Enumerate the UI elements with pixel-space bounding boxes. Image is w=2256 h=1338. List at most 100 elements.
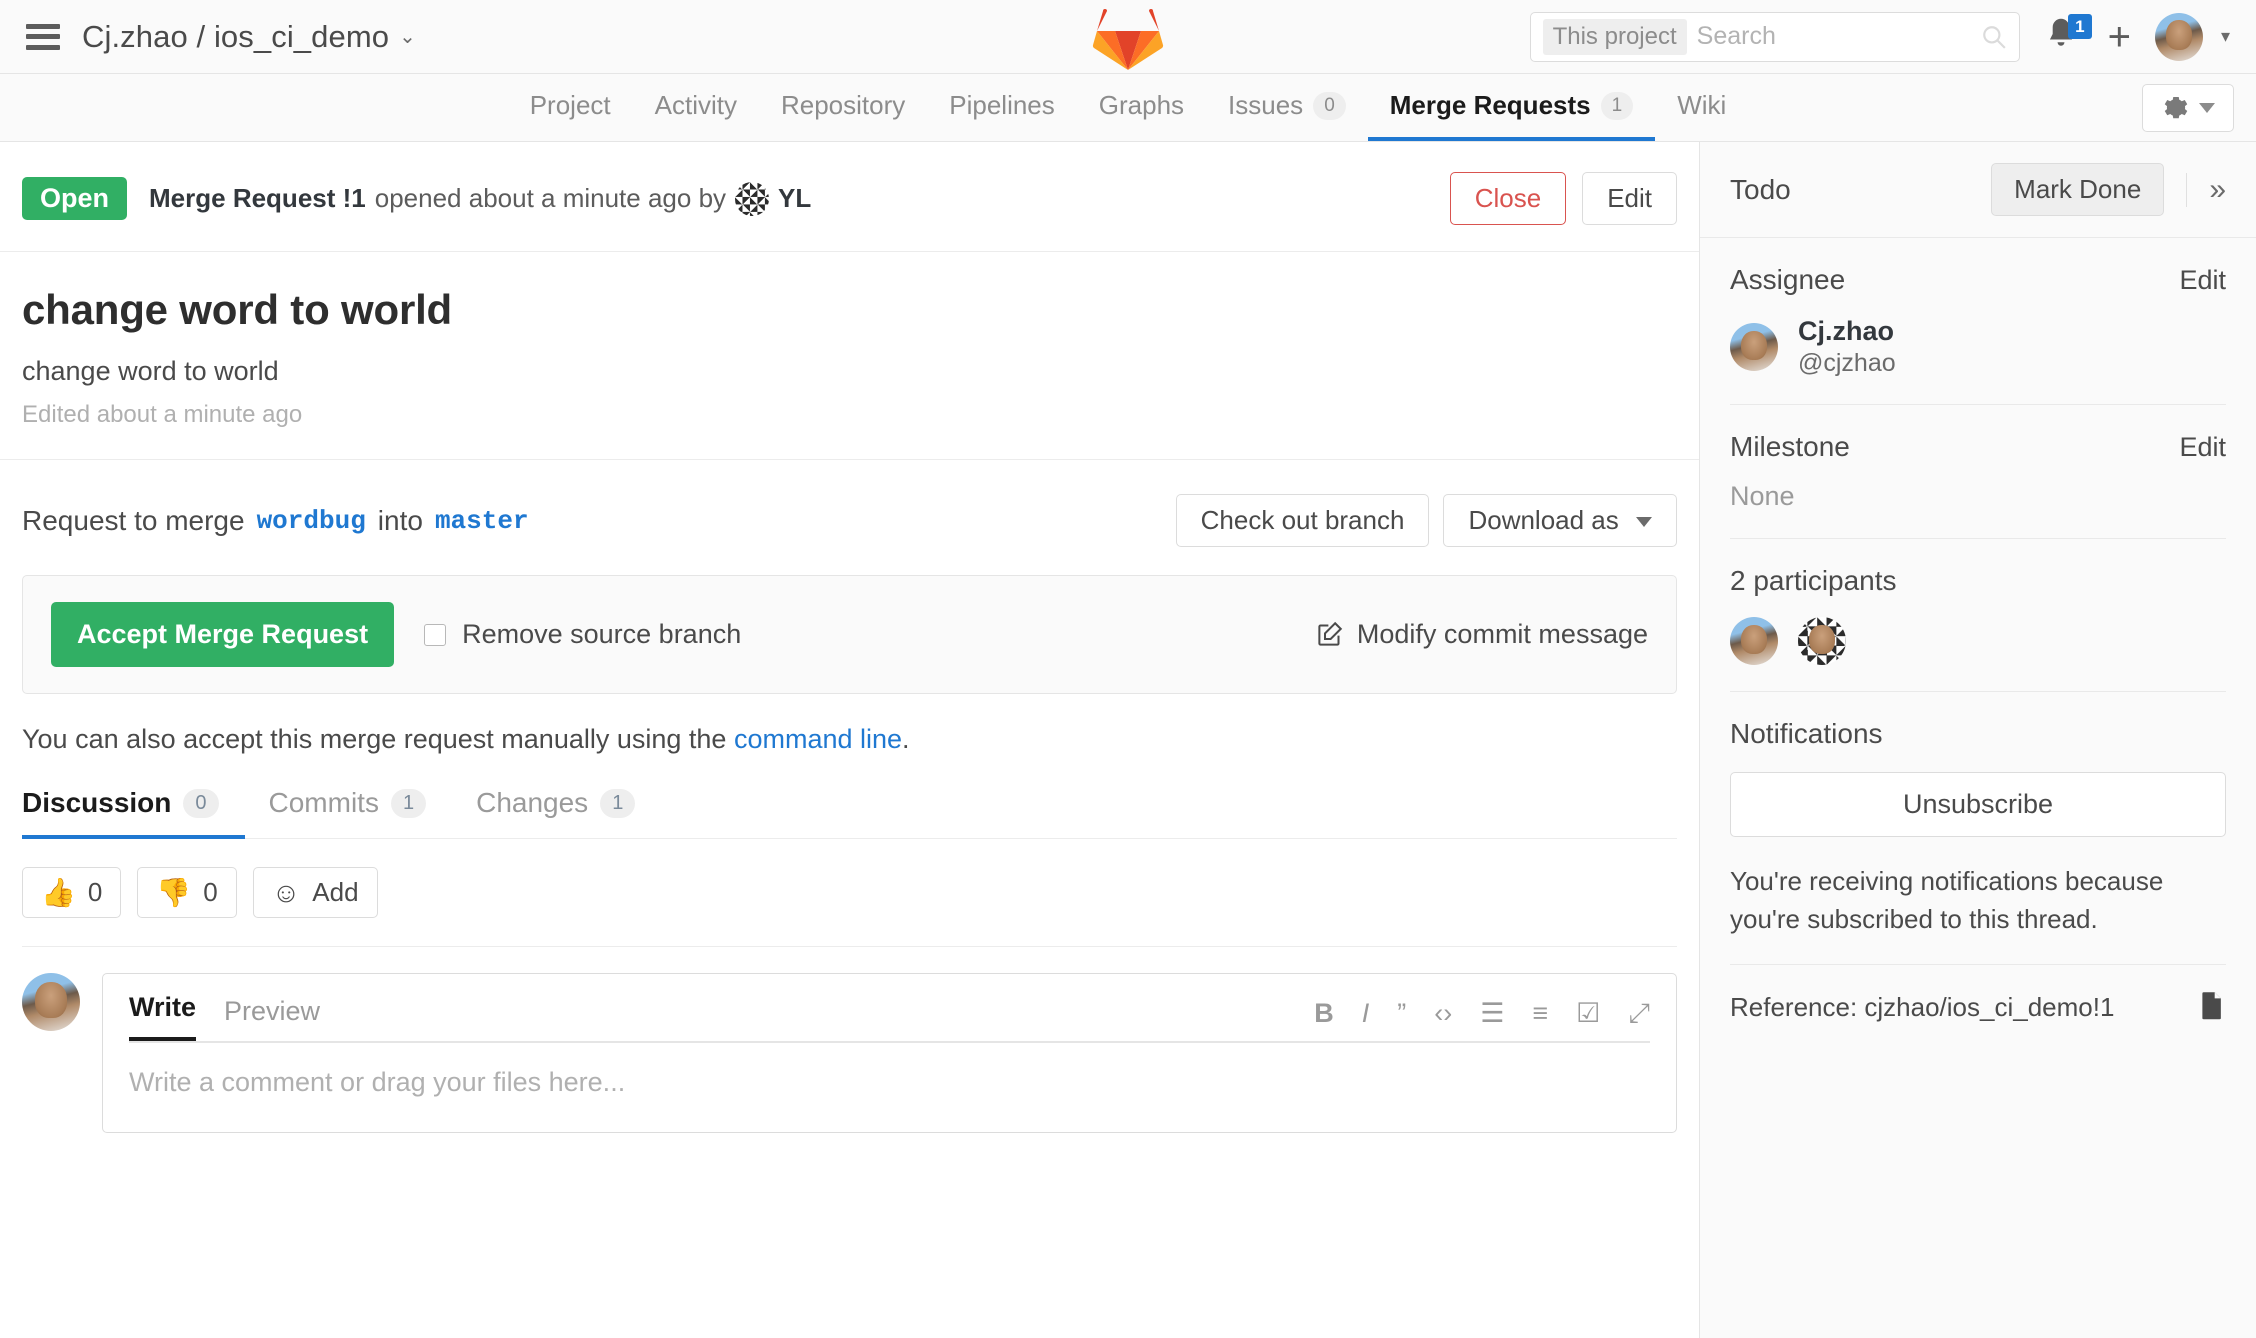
into-label: into bbox=[377, 504, 423, 536]
award-emoji-bar: 👍 0 👎 0 ☺ Add bbox=[0, 839, 1699, 918]
project-nav: Project Activity Repository Pipelines Graphs… bbox=[0, 74, 2256, 142]
current-user-avatar bbox=[22, 973, 80, 1031]
nav-item-wiki[interactable]: Wiki bbox=[1655, 74, 1748, 141]
assignee-handle: @cjzhao bbox=[1798, 349, 1896, 377]
manual-accept-text: You can also accept this merge request m… bbox=[0, 694, 1699, 755]
author-name[interactable]: YL bbox=[778, 183, 811, 214]
award-smiley-add-emoji[interactable]: ☺ Add bbox=[252, 867, 378, 918]
modify-commit-message-button[interactable]: Modify commit message bbox=[1316, 619, 1648, 650]
italic-icon[interactable]: I bbox=[1362, 1000, 1370, 1027]
merge-request-main: Open Merge Request !1 opened about a min… bbox=[0, 142, 1700, 1338]
nav-item-issues[interactable]: Issues 0 bbox=[1206, 74, 1368, 141]
participant-avatar-cjzhao[interactable] bbox=[1730, 617, 1778, 665]
source-branch-link[interactable]: wordbug bbox=[257, 506, 366, 536]
search-icon[interactable] bbox=[1981, 24, 2007, 50]
bold-icon[interactable]: B bbox=[1314, 1000, 1334, 1027]
award-count: Add bbox=[312, 877, 359, 907]
nav-item-pipelines[interactable]: Pipelines bbox=[927, 74, 1077, 141]
user-avatar[interactable] bbox=[2154, 12, 2203, 61]
assignee-edit-link[interactable]: Edit bbox=[2179, 265, 2226, 296]
target-branch-link[interactable]: master bbox=[435, 506, 529, 536]
comment-editor[interactable]: Write Preview B I ” ‹› ☰ ≡ ☑ ⤢ Write a comment … bbox=[102, 973, 1677, 1133]
participant-avatar-yl[interactable] bbox=[1798, 617, 1846, 665]
milestone-header: Milestone Edit bbox=[1730, 431, 2226, 463]
code-icon[interactable]: ‹› bbox=[1434, 1000, 1452, 1027]
new-item-button[interactable]: + bbox=[2108, 17, 2131, 57]
collapse-sidebar-icon[interactable]: » bbox=[2186, 172, 2226, 207]
gitlab-logo bbox=[1092, 9, 1164, 70]
download-as-button[interactable]: Download as bbox=[1443, 494, 1677, 547]
project-settings-button[interactable] bbox=[2142, 84, 2234, 132]
nav-item-project[interactable]: Project bbox=[508, 74, 633, 141]
nav-item-graphs[interactable]: Graphs bbox=[1077, 74, 1206, 141]
search-scope-chip[interactable]: This project bbox=[1542, 18, 1687, 55]
nav-item-count: 0 bbox=[1313, 91, 1346, 120]
tab-commits[interactable]: Commits 1 bbox=[269, 787, 453, 839]
accept-merge-panel: Accept Merge Request Remove source branc… bbox=[22, 575, 1677, 694]
nav-item-merge-requests[interactable]: Merge Requests 1 bbox=[1367, 74, 1656, 141]
reference-text: Reference: cjzhao/ios_ci_demo!1 bbox=[1730, 991, 2115, 1022]
merge-request-tabs: Discussion 0 Commits 1 Changes 1 bbox=[22, 787, 1677, 839]
merge-branches-row: Request to merge wordbug into master Che… bbox=[0, 460, 1699, 547]
copy-icon[interactable] bbox=[2196, 991, 2226, 1023]
edit-button[interactable]: Edit bbox=[1582, 172, 1677, 225]
task-list-icon[interactable]: ☑ bbox=[1576, 1000, 1600, 1027]
merge-branches-text: Request to merge wordbug into master bbox=[22, 505, 529, 537]
award-thumbs-down-emoji[interactable]: 👎 0 bbox=[137, 867, 237, 918]
project-nav-items: Project Activity Repository Pipelines Graphs… bbox=[508, 74, 1749, 141]
manual-accept-prefix: You can also accept this merge request m… bbox=[22, 724, 727, 754]
nav-item-label: Repository bbox=[780, 90, 906, 120]
page-title: change word to world bbox=[22, 286, 453, 333]
numbered-list-icon[interactable]: ≡ bbox=[1532, 1000, 1548, 1027]
tab-label: Discussion bbox=[22, 787, 172, 818]
author-avatar[interactable] bbox=[735, 181, 770, 216]
check-out-branch-button[interactable]: Check out branch bbox=[1175, 494, 1430, 547]
user-menu-chevron-icon[interactable]: ▾ bbox=[2221, 26, 2230, 47]
page-layout: Open Merge Request !1 opened about a min… bbox=[0, 142, 2256, 1338]
fullscreen-icon[interactable]: ⤢ bbox=[1628, 1000, 1650, 1027]
hamburger-icon[interactable] bbox=[26, 23, 60, 50]
tab-write[interactable]: Write bbox=[129, 992, 197, 1041]
todo-label: Todo bbox=[1730, 173, 1791, 205]
participant-avatars bbox=[1730, 617, 2226, 665]
merge-request-header: Open Merge Request !1 opened about a min… bbox=[0, 142, 1699, 252]
notifications-button[interactable]: 1 bbox=[2044, 13, 2092, 58]
comment-placeholder[interactable]: Write a comment or drag your files here.… bbox=[103, 1043, 1676, 1122]
mark-done-button[interactable]: Mark Done bbox=[1991, 163, 2165, 216]
tab-preview[interactable]: Preview bbox=[224, 996, 320, 1041]
tab-label: Changes bbox=[476, 787, 589, 818]
milestone-section: Milestone Edit None bbox=[1730, 405, 2226, 539]
unsubscribe-button[interactable]: Unsubscribe bbox=[1730, 772, 2226, 837]
search-placeholder: Search bbox=[1696, 22, 1776, 50]
command-line-link[interactable]: command line bbox=[734, 724, 902, 754]
merge-request-title-block: change word to world change word to worl… bbox=[0, 252, 1699, 460]
assignee-row[interactable]: Cj.zhao @cjzhao bbox=[1730, 316, 2226, 378]
merge-request-edited-timestamp: Edited about a minute ago bbox=[22, 401, 303, 428]
merge-request-opened-text: opened about a minute ago by bbox=[374, 183, 727, 213]
project-path-label: Cj.zhao / ios_ci_demo bbox=[82, 18, 390, 54]
checkbox-box[interactable] bbox=[424, 623, 447, 646]
close-button[interactable]: Close bbox=[1449, 172, 1567, 225]
bullet-list-icon[interactable]: ☰ bbox=[1480, 1000, 1504, 1027]
breadcrumb[interactable]: Cj.zhao / ios_ci_demo ⌄ bbox=[82, 19, 416, 55]
comment-editor-header: Write Preview B I ” ‹› ☰ ≡ ☑ ⤢ bbox=[103, 974, 1676, 1041]
tab-label: Commits bbox=[268, 787, 379, 818]
search-input[interactable]: This project Search bbox=[1529, 11, 2020, 62]
tab-changes[interactable]: Changes 1 bbox=[476, 787, 661, 839]
accept-merge-request-button[interactable]: Accept Merge Request bbox=[51, 602, 395, 667]
participants-title: 2 participants bbox=[1730, 565, 1897, 596]
milestone-edit-link[interactable]: Edit bbox=[2179, 432, 2226, 463]
nav-item-repository[interactable]: Repository bbox=[759, 74, 927, 141]
award-thumbs-up-emoji[interactable]: 👍 0 bbox=[22, 867, 122, 918]
notifications-section: Notifications Unsubscribe You're receivi… bbox=[1730, 692, 2226, 966]
nav-item-activity[interactable]: Activity bbox=[633, 74, 759, 141]
quote-icon[interactable]: ” bbox=[1397, 1000, 1406, 1027]
award-count: 0 bbox=[87, 877, 103, 907]
tab-discussion[interactable]: Discussion 0 bbox=[22, 787, 245, 839]
assignee-title: Assignee bbox=[1730, 264, 1846, 295]
nav-item-label: Project bbox=[529, 90, 611, 120]
remove-source-branch-checkbox[interactable]: Remove source branch bbox=[424, 619, 741, 650]
milestone-value: None bbox=[1730, 481, 1795, 511]
chevron-down-icon: ⌄ bbox=[399, 26, 416, 48]
top-bar-right: This project Search 1 + ▾ bbox=[1529, 11, 2230, 62]
